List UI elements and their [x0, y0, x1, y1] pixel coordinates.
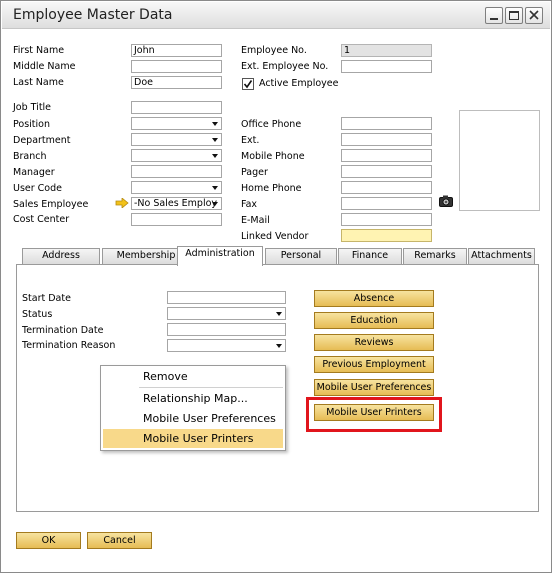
- window-title: Employee Master Data: [13, 7, 173, 23]
- first-name-label: First Name: [13, 45, 65, 56]
- mobile-user-preferences-button[interactable]: Mobile User Preferences: [314, 379, 434, 396]
- termination-reason-select[interactable]: [167, 339, 286, 352]
- sales-employee-value: -No Sales Employ: [134, 198, 218, 209]
- status-select[interactable]: [167, 307, 286, 320]
- camera-icon[interactable]: [439, 195, 453, 207]
- education-button[interactable]: Education: [314, 312, 434, 329]
- tab-remarks[interactable]: Remarks: [403, 248, 467, 264]
- branch-select[interactable]: [131, 149, 222, 162]
- cost-center-field[interactable]: [131, 213, 222, 226]
- employee-photo[interactable]: [459, 110, 540, 211]
- title-bar: Employee Master Data: [2, 2, 550, 29]
- manager-field[interactable]: [131, 165, 222, 178]
- chevron-down-icon: [212, 154, 218, 158]
- cost-center-label: Cost Center: [13, 214, 70, 225]
- active-employee-label: Active Employee: [259, 78, 339, 89]
- maximize-icon: [509, 11, 519, 20]
- termination-date-label: Termination Date: [22, 325, 104, 336]
- user-code-select[interactable]: [131, 181, 222, 194]
- menu-item-relationship-map[interactable]: Relationship Map...: [103, 389, 283, 408]
- linked-vendor-label: Linked Vendor: [241, 231, 309, 242]
- start-date-field[interactable]: [167, 291, 286, 304]
- chevron-down-icon: [212, 186, 218, 190]
- home-phone-field[interactable]: [341, 181, 432, 194]
- first-name-field[interactable]: John: [131, 44, 222, 57]
- pager-label: Pager: [241, 167, 268, 178]
- menu-item-remove[interactable]: Remove: [103, 367, 283, 386]
- department-label: Department: [13, 135, 71, 146]
- middle-name-field[interactable]: [131, 60, 222, 73]
- chevron-down-icon: [276, 344, 282, 348]
- previous-employment-button[interactable]: Previous Employment: [314, 356, 434, 373]
- fax-field[interactable]: [341, 197, 432, 210]
- tab-attachments[interactable]: Attachments: [468, 248, 535, 264]
- department-select[interactable]: [131, 133, 222, 146]
- branch-label: Branch: [13, 151, 47, 162]
- tab-personal[interactable]: Personal: [265, 248, 337, 264]
- position-label: Position: [13, 119, 50, 130]
- last-name-label: Last Name: [13, 77, 64, 88]
- office-phone-field[interactable]: [341, 117, 432, 130]
- close-icon: [529, 10, 539, 20]
- pager-field[interactable]: [341, 165, 432, 178]
- job-title-field[interactable]: [131, 101, 222, 114]
- tab-finance[interactable]: Finance: [338, 248, 402, 264]
- middle-name-label: Middle Name: [13, 61, 76, 72]
- menu-divider: [139, 387, 283, 388]
- checkmark-icon: [243, 80, 253, 89]
- employee-master-data-window: Employee Master Data First Name John Mid…: [0, 0, 552, 573]
- ext-employee-no-field[interactable]: [341, 60, 432, 73]
- termination-date-field[interactable]: [167, 323, 286, 336]
- menu-item-mobile-user-printers[interactable]: Mobile User Printers: [103, 429, 283, 448]
- context-menu: Remove Relationship Map... Mobile User P…: [100, 365, 286, 451]
- manager-label: Manager: [13, 167, 55, 178]
- active-employee-checkbox[interactable]: [242, 78, 254, 90]
- last-name-field[interactable]: Doe: [131, 76, 222, 89]
- ext-label: Ext.: [241, 135, 260, 146]
- sales-employee-label: Sales Employee: [13, 199, 89, 210]
- chevron-down-icon: [212, 202, 218, 206]
- ok-button[interactable]: OK: [16, 532, 81, 549]
- user-code-label: User Code: [13, 183, 62, 194]
- linked-vendor-field[interactable]: [341, 229, 432, 242]
- position-select[interactable]: [131, 117, 222, 130]
- tab-bar: Address Membership Administration Person…: [16, 246, 539, 266]
- mobile-phone-label: Mobile Phone: [241, 151, 305, 162]
- callout-highlight-box: [306, 397, 442, 432]
- mobile-phone-field[interactable]: [341, 149, 432, 162]
- chevron-down-icon: [212, 122, 218, 126]
- office-phone-label: Office Phone: [241, 119, 302, 130]
- email-label: E-Mail: [241, 215, 270, 226]
- tab-address[interactable]: Address: [22, 248, 100, 264]
- start-date-label: Start Date: [22, 293, 71, 304]
- termination-reason-label: Termination Reason: [22, 340, 116, 351]
- absence-button[interactable]: Absence: [314, 290, 434, 307]
- ext-field[interactable]: [341, 133, 432, 146]
- cancel-button[interactable]: Cancel: [87, 532, 152, 549]
- link-arrow-icon[interactable]: [115, 198, 129, 208]
- chevron-down-icon: [212, 138, 218, 142]
- minimize-icon: [490, 18, 498, 20]
- email-field[interactable]: [341, 213, 432, 226]
- ext-employee-no-label: Ext. Employee No.: [241, 61, 329, 72]
- sales-employee-select[interactable]: -No Sales Employ: [131, 197, 222, 210]
- home-phone-label: Home Phone: [241, 183, 302, 194]
- tab-administration[interactable]: Administration: [177, 246, 263, 266]
- maximize-button[interactable]: [505, 7, 523, 24]
- close-button[interactable]: [525, 7, 543, 24]
- chevron-down-icon: [276, 312, 282, 316]
- fax-label: Fax: [241, 199, 258, 210]
- employee-no-label: Employee No.: [241, 45, 307, 56]
- minimize-button[interactable]: [485, 7, 503, 24]
- reviews-button[interactable]: Reviews: [314, 334, 434, 351]
- job-title-label: Job Title: [13, 102, 52, 113]
- status-label: Status: [22, 309, 53, 320]
- employee-no-field: 1: [341, 44, 432, 57]
- menu-item-mobile-user-preferences[interactable]: Mobile User Preferences: [103, 409, 283, 428]
